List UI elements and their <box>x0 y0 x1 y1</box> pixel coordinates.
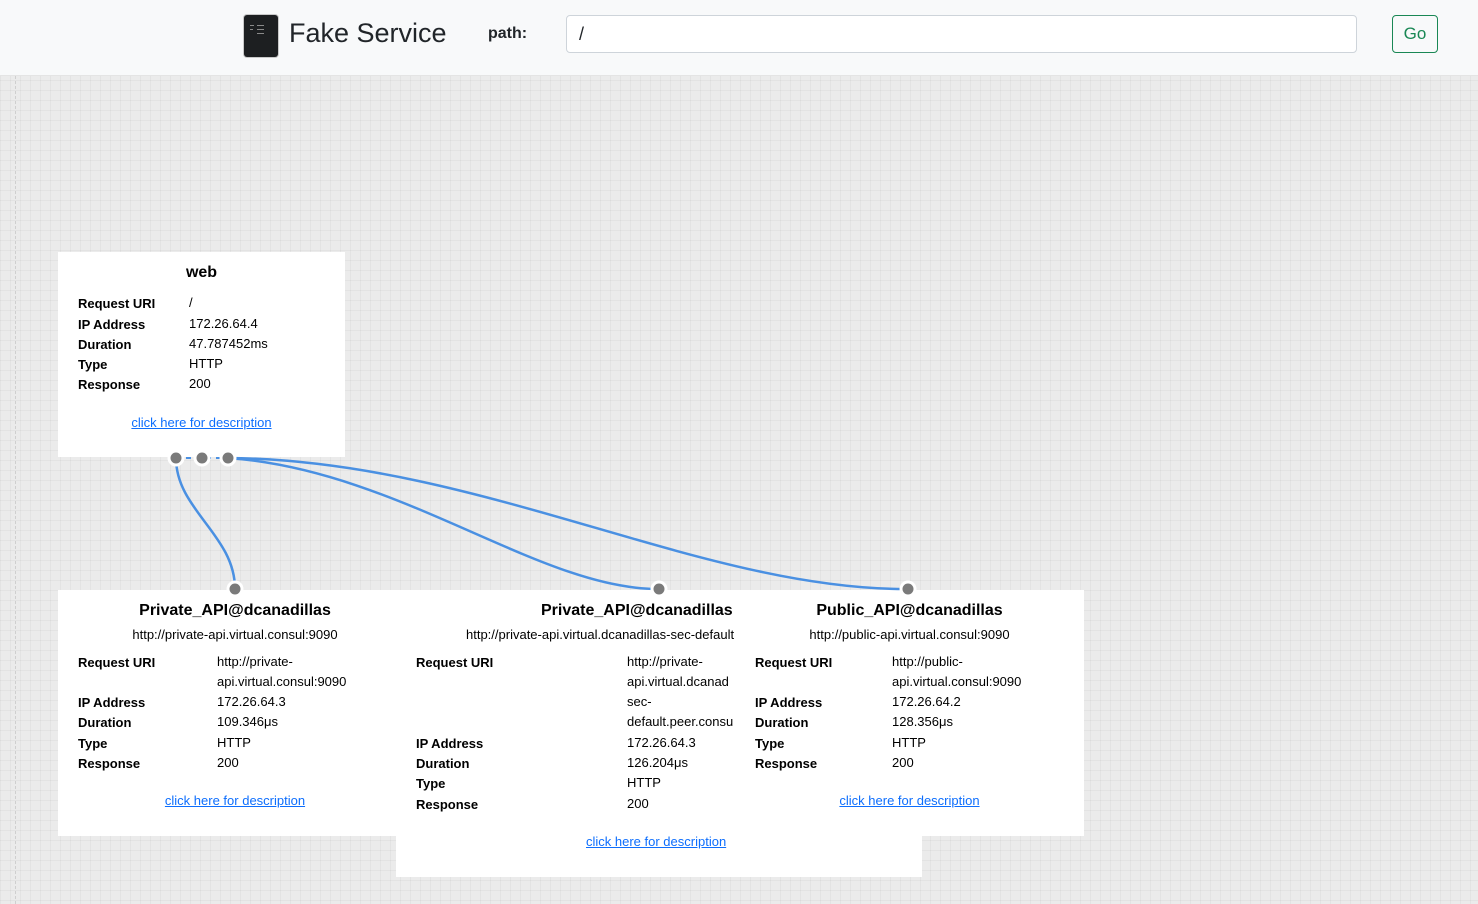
label-ip-address: IP Address <box>78 317 146 332</box>
node-url: http://private-api.virtual.consul:9090 <box>132 627 338 642</box>
node-card-public-api[interactable]: Public_API@dcanadillas http://public-api… <box>735 590 1084 836</box>
terminal-logo-icon <box>244 15 278 57</box>
label-response: Response <box>78 756 141 771</box>
value-response: 200 <box>627 796 649 811</box>
label-response: Response <box>78 377 141 392</box>
value-ip-address: 172.26.64.3 <box>627 735 696 750</box>
label-type: Type <box>78 736 108 751</box>
value-request-uri-line2: api.virtual.dcanad <box>627 674 729 689</box>
node-url: http://public-api.virtual.consul:9090 <box>809 627 1010 642</box>
value-duration: 128.356μs <box>892 714 953 729</box>
value-duration: 126.204μs <box>627 755 688 770</box>
label-request-uri: Request URI <box>78 296 156 311</box>
value-request-uri: / <box>189 295 193 310</box>
value-response: 200 <box>892 755 914 770</box>
label-duration: Duration <box>78 337 132 352</box>
node-title: Private_API@dcanadillas <box>541 602 733 619</box>
label-type: Type <box>755 736 785 751</box>
label-type: Type <box>78 357 108 372</box>
path-label: path: <box>488 25 528 42</box>
label-request-uri: Request URI <box>78 655 156 670</box>
go-button[interactable]: Go <box>1392 15 1438 53</box>
value-response: 200 <box>189 376 211 391</box>
label-ip-address: IP Address <box>755 695 823 710</box>
node-title: Private_API@dcanadillas <box>139 602 331 619</box>
brand-title: Fake Service <box>289 18 447 48</box>
label-duration: Duration <box>416 756 470 771</box>
node-title: Public_API@dcanadillas <box>816 602 1003 619</box>
label-duration: Duration <box>78 715 132 730</box>
value-request-uri-line2: api.virtual.consul:9090 <box>892 674 1022 689</box>
node-title: web <box>185 264 218 281</box>
label-response: Response <box>755 756 818 771</box>
value-type: HTTP <box>189 356 223 371</box>
connection-web-to-private-api-peer <box>227 456 660 591</box>
value-duration: 109.346μs <box>217 714 278 729</box>
label-type: Type <box>416 776 446 791</box>
label-ip-address: IP Address <box>416 736 484 751</box>
value-type: HTTP <box>892 735 926 750</box>
path-input[interactable] <box>566 15 1357 53</box>
top-navbar: Fake Service path: Go <box>0 0 1478 76</box>
description-link[interactable]: click here for description <box>58 415 345 430</box>
value-request-uri-line3: sec- <box>627 694 652 709</box>
description-link[interactable]: click here for description <box>735 793 1084 808</box>
value-request-uri-line1: http://private- <box>627 654 703 669</box>
value-response: 200 <box>217 755 239 770</box>
node-card-web[interactable]: web Request URI / IP Address 172.26.64.4… <box>58 252 345 457</box>
label-response: Response <box>416 797 479 812</box>
connection-web-to-public-api <box>227 456 909 591</box>
value-ip-address: 172.26.64.2 <box>892 694 961 709</box>
node-url: http://private-api.virtual.dcanadillas-s… <box>466 627 735 642</box>
connection-web-to-private-api <box>174 457 237 590</box>
value-ip-address: 172.26.64.4 <box>189 316 258 331</box>
description-link[interactable]: click here for description <box>586 834 726 849</box>
label-request-uri: Request URI <box>416 655 494 670</box>
value-request-uri-line2: api.virtual.consul:9090 <box>217 674 347 689</box>
value-request-uri-line1: http://public- <box>892 654 963 669</box>
value-type: HTTP <box>217 735 251 750</box>
value-ip-address: 172.26.64.3 <box>217 694 286 709</box>
label-ip-address: IP Address <box>78 695 146 710</box>
description-link[interactable]: click here for description <box>58 793 412 808</box>
value-request-uri-line1: http://private- <box>217 654 293 669</box>
value-type: HTTP <box>627 775 661 790</box>
canvas-boundary-line <box>15 76 16 904</box>
node-card-private-api[interactable]: Private_API@dcanadillas http://private-a… <box>58 590 412 836</box>
value-request-uri-line4: default.peer.consu <box>627 714 734 729</box>
value-duration: 47.787452ms <box>189 336 268 351</box>
label-request-uri: Request URI <box>755 655 833 670</box>
label-duration: Duration <box>755 715 809 730</box>
